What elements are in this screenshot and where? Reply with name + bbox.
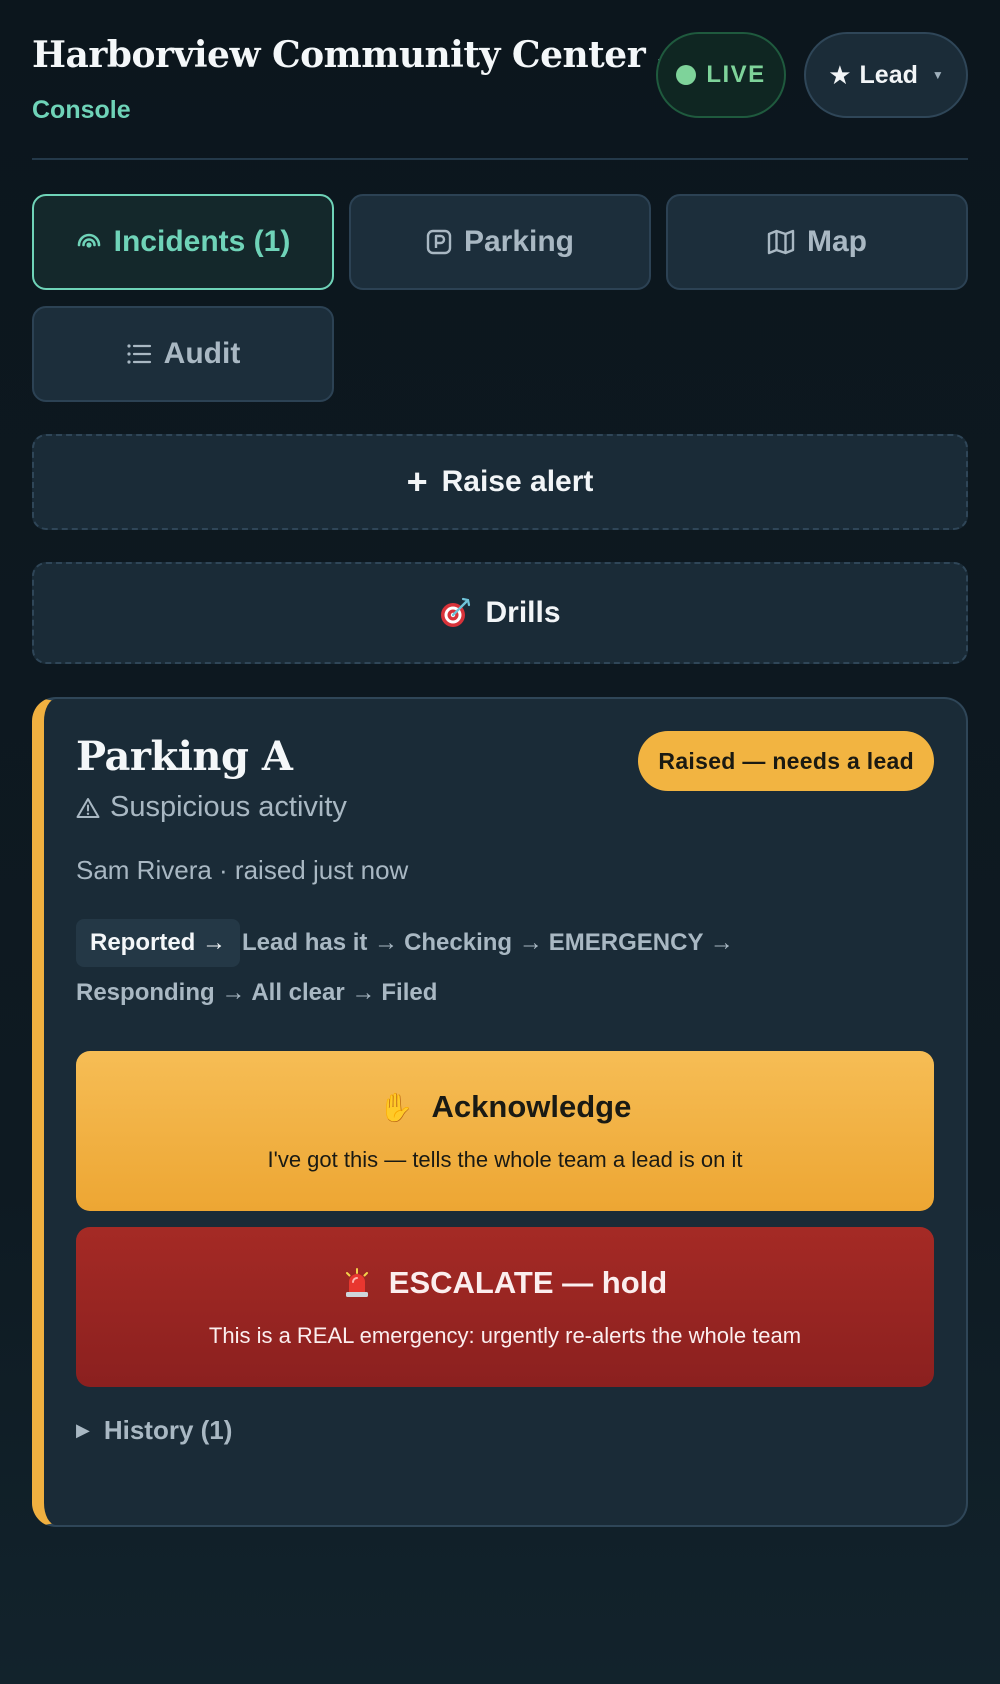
page-subtitle: Console: [32, 96, 131, 124]
role-label: Lead: [859, 60, 918, 89]
tab-parking[interactable]: Parking: [349, 194, 651, 290]
stage-checking: Checking →: [404, 929, 543, 956]
raised-hand-icon: ✋: [378, 1090, 414, 1124]
siren-icon: [345, 1268, 368, 1297]
raise-alert-label: Raise alert: [441, 465, 594, 498]
stage-reported: Reported →: [76, 919, 241, 967]
acknowledge-hint: I've got this — tells the whole team a l…: [267, 1147, 743, 1172]
tab-label: Incidents (1): [113, 225, 291, 258]
star-icon: ★: [828, 59, 852, 90]
console-page: Harborview Community Center ◡ Console LI…: [0, 0, 1000, 1684]
stage-progress: Reported → Lead has it → Checking → EMER…: [76, 919, 876, 1017]
acknowledge-button[interactable]: ✋ Acknowledge I've got this — tells the …: [76, 1051, 934, 1211]
plus-icon: +: [406, 461, 428, 502]
tab-label: Audit: [163, 337, 241, 370]
tab-audit[interactable]: Audit: [32, 306, 334, 402]
map-icon: [767, 229, 795, 255]
escalate-button[interactable]: ESCALATE — hold This is a REAL emergency…: [76, 1227, 934, 1387]
incident-type: Suspicious activity: [76, 791, 347, 824]
raise-alert-button[interactable]: + Raise alert: [32, 434, 968, 530]
live-status-badge: LIVE: [656, 32, 786, 118]
header: Harborview Community Center ◡ Console LI…: [32, 0, 968, 160]
chevron-right-icon: ▶: [76, 1420, 90, 1440]
drills-button[interactable]: Drills: [32, 562, 968, 664]
stage-responding: Responding →: [76, 979, 246, 1006]
history-toggle[interactable]: ▶ History (1): [76, 1415, 232, 1446]
status-badge: Raised — needs a lead: [638, 731, 934, 791]
tab-label: Parking: [463, 225, 575, 258]
stage-lead-has-it: Lead has it →: [242, 929, 399, 956]
parking-icon: [426, 229, 452, 255]
tab-label: Map: [807, 225, 867, 258]
broadcast-icon: [77, 233, 100, 248]
escalate-hint: This is a REAL emergency: urgently re-al…: [208, 1323, 802, 1348]
chevron-down-icon: ▼: [931, 68, 944, 82]
role-selector[interactable]: ★ Lead ▼: [804, 32, 968, 118]
stage-emergency: EMERGENCY →: [548, 929, 734, 956]
target-icon: [441, 597, 471, 627]
live-dot-icon: [676, 65, 697, 85]
tab-incidents[interactable]: Incidents (1): [32, 194, 334, 290]
acknowledge-label: Acknowledge: [431, 1089, 632, 1124]
stage-all-clear: All clear →: [251, 979, 376, 1006]
acknowledge-main: ✋ Acknowledge: [379, 1089, 632, 1125]
center-name: Harborview Community Center: [32, 34, 646, 76]
tab-map[interactable]: Map: [666, 194, 968, 290]
incident-location: Parking A: [76, 733, 293, 780]
list-icon: [127, 344, 151, 364]
live-label: LIVE: [706, 61, 766, 88]
incident-meta: Sam Rivera · raised just now: [76, 855, 409, 885]
history-label: History (1): [103, 1415, 233, 1445]
escalate-main: ESCALATE — hold: [343, 1265, 667, 1301]
drills-label: Drills: [485, 596, 561, 629]
incident-type-label: Suspicious activity: [110, 791, 347, 823]
incident-card: Parking A Raised — needs a lead Suspicio…: [32, 697, 968, 1527]
stage-filed: Filed: [381, 979, 438, 1006]
page-title: Harborview Community Center ◡: [32, 34, 676, 76]
escalate-label: ESCALATE — hold: [388, 1265, 668, 1300]
warning-icon: [76, 797, 100, 818]
